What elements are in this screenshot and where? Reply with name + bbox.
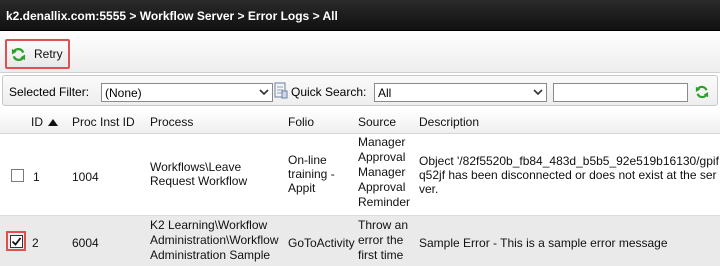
grid-header: ID Proc Inst ID Process Folio Source Des… xyxy=(0,110,720,134)
cell-description: Object '/82f5520b_fb84_483d_b5b5_92e519b… xyxy=(419,154,719,196)
table-row[interactable]: 2 6004 K2 Learning\Workflow Administrati… xyxy=(0,216,720,266)
sort-ascending-icon xyxy=(48,119,58,126)
breadcrumb: k2.denallix.com:5555 > Workflow Server >… xyxy=(0,0,720,31)
column-header-proc-inst-id[interactable]: Proc Inst ID xyxy=(72,115,135,129)
retry-button[interactable]: Retry xyxy=(5,39,70,69)
selected-filter-value: (None) xyxy=(105,86,142,100)
cell-proc-inst-id: 6004 xyxy=(72,236,99,250)
cell-folio: On-line training - Appit xyxy=(288,153,335,195)
table-row[interactable]: 1 1004 Workflows\Leave Request Workflow … xyxy=(0,134,720,216)
refresh-icon[interactable] xyxy=(695,85,709,99)
quick-search-label: Quick Search: xyxy=(291,85,367,99)
row-checkbox[interactable] xyxy=(10,235,23,248)
cell-proc-inst-id: 1004 xyxy=(72,170,99,184)
retry-label: Retry xyxy=(34,47,63,61)
cell-process: K2 Learning\Workflow Administration\Work… xyxy=(150,218,279,262)
filter-edit-icon[interactable] xyxy=(274,82,288,99)
cell-id: 1 xyxy=(33,170,40,184)
cell-source: Manager Approval Manager Approval Remind… xyxy=(358,135,411,209)
chevron-down-icon xyxy=(533,89,543,96)
column-header-process[interactable]: Process xyxy=(150,115,193,129)
quick-search-scope-value: All xyxy=(378,86,392,100)
cell-process: Workflows\Leave Request Workflow xyxy=(150,160,248,188)
quick-search-scope-dropdown[interactable]: All xyxy=(374,83,547,102)
refresh-icon xyxy=(11,47,26,61)
cell-source: Throw an error the first time xyxy=(358,218,409,262)
selected-filter-dropdown[interactable]: (None) xyxy=(101,83,273,102)
column-header-folio[interactable]: Folio xyxy=(288,115,314,129)
quick-search-input[interactable] xyxy=(553,83,688,102)
chevron-down-icon xyxy=(259,89,269,96)
column-header-id[interactable]: ID xyxy=(31,115,43,129)
toolbar: Retry xyxy=(0,31,720,73)
selected-filter-label: Selected Filter: xyxy=(9,85,90,99)
column-header-description[interactable]: Description xyxy=(419,115,479,129)
cell-folio: GoToActivity xyxy=(288,236,355,250)
row-checkbox[interactable] xyxy=(11,169,24,182)
column-header-source[interactable]: Source xyxy=(358,115,396,129)
cell-description: Sample Error - This is a sample error me… xyxy=(419,236,668,250)
cell-id: 2 xyxy=(32,236,39,250)
checkmark-icon xyxy=(11,237,22,246)
filter-bar: Selected Filter: (None) Quick Search: Al… xyxy=(2,75,718,106)
